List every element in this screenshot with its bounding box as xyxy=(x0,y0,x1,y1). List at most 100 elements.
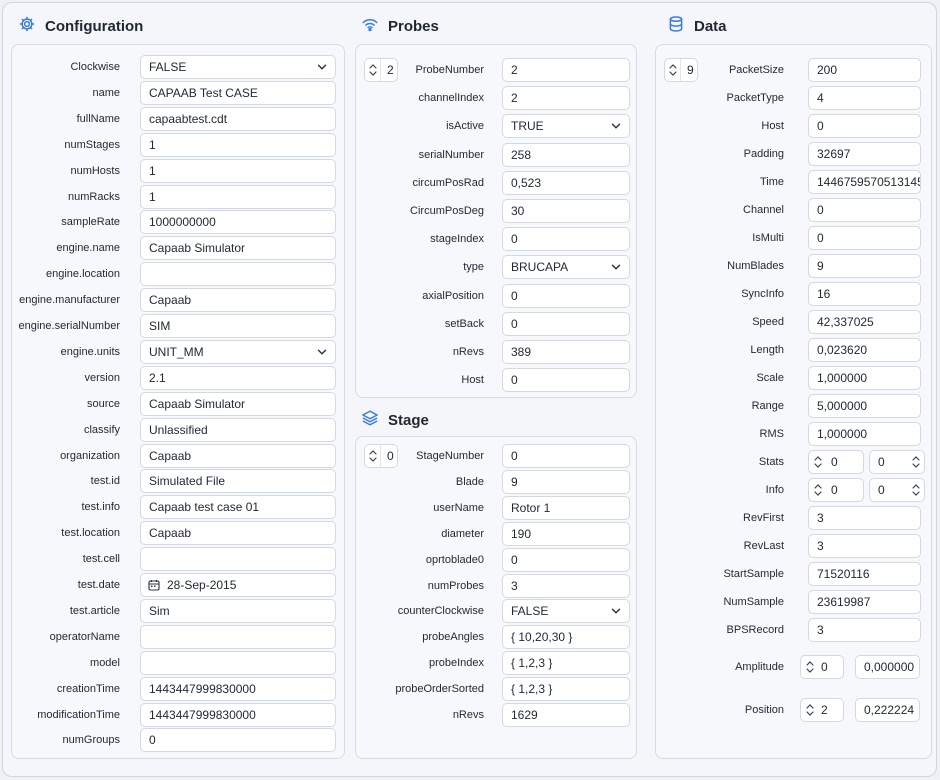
up-down-arrows-icon[interactable] xyxy=(814,483,822,497)
scale-field[interactable]: 1,000000 xyxy=(808,366,921,390)
engine-serial-number-field[interactable]: SIM xyxy=(140,314,336,338)
probes-row-serial-number: serialNumber 258 xyxy=(356,142,636,167)
axial-position-field[interactable]: 0 xyxy=(502,283,630,308)
probe-angles-field[interactable]: { 10,20,30 } xyxy=(502,625,630,650)
channel-field[interactable]: 0 xyxy=(808,198,921,222)
oprtoblade0-field[interactable]: 0 xyxy=(502,547,630,572)
engine-manufacturer-field[interactable]: Capaab xyxy=(140,288,336,313)
clockwise-select[interactable]: FALSE xyxy=(140,55,336,79)
field-label: engine.serialNumber xyxy=(18,320,121,332)
field-value: Capaab xyxy=(149,293,192,308)
version-field[interactable]: 2.1 xyxy=(140,365,336,390)
rev-last-field[interactable]: 3 xyxy=(808,534,921,558)
field-label: Padding xyxy=(743,148,784,160)
rev-first-field[interactable]: 3 xyxy=(808,506,921,530)
num-sample-field[interactable]: 23619987 xyxy=(808,590,921,614)
info-spinbox-1[interactable]: 0 xyxy=(808,478,864,502)
creation-time-field[interactable]: 1443447999830000 xyxy=(140,676,336,701)
test-cell-field[interactable] xyxy=(140,547,336,572)
field-label: diameter xyxy=(441,527,484,540)
engine-location-field[interactable] xyxy=(140,262,336,287)
engine-name-field[interactable]: Capaab Simulator xyxy=(140,236,336,261)
num-hosts-field[interactable]: 1 xyxy=(140,158,336,183)
sync-info-field[interactable]: 16 xyxy=(808,282,921,306)
start-sample-field[interactable]: 71520116 xyxy=(808,562,921,586)
name-field[interactable]: CAPAAB Test CASE xyxy=(140,80,336,105)
circum-pos-deg-field[interactable]: 30 xyxy=(502,199,630,223)
is-active-select[interactable]: TRUE xyxy=(502,114,630,139)
set-back-field[interactable]: 0 xyxy=(502,311,630,336)
test-location-field[interactable]: Capaab xyxy=(140,521,336,546)
counter-clockwise-select[interactable]: FALSE xyxy=(502,599,630,624)
calendar-icon xyxy=(148,580,160,591)
circum-pos-rad-field[interactable]: 0,523 xyxy=(502,170,630,195)
field-value: 71520116 xyxy=(817,567,870,581)
test-date-field[interactable]: 28-Sep-2015 xyxy=(140,573,336,597)
test-article-field[interactable]: Sim xyxy=(140,598,336,623)
field-value: 30 xyxy=(511,204,525,218)
stats-spinbox-2[interactable]: 0 xyxy=(869,450,925,474)
full-name-field[interactable]: capaabtest.cdt xyxy=(140,106,336,131)
sample-rate-field[interactable]: 1000000000 xyxy=(140,210,336,235)
up-down-arrows-icon[interactable] xyxy=(806,703,814,717)
source-field[interactable]: Capaab Simulator xyxy=(140,391,336,416)
amplitude-value-field[interactable]: 0,000000 xyxy=(855,655,920,679)
num-racks-field[interactable]: 1 xyxy=(140,184,336,209)
classify-field[interactable]: Unlassified xyxy=(140,417,336,442)
packet-type-field[interactable]: 4 xyxy=(808,86,921,110)
is-multi-field[interactable]: 0 xyxy=(808,226,921,250)
range-field[interactable]: 5,000000 xyxy=(808,394,921,418)
type-select[interactable]: BRUCAPA xyxy=(502,255,630,280)
n-revs-field[interactable]: 389 xyxy=(502,340,630,364)
num-groups-field[interactable]: 0 xyxy=(140,728,336,753)
stage-number-field[interactable]: 0 xyxy=(502,444,630,468)
position-index-spinbox[interactable]: 2 xyxy=(800,698,844,722)
test-id-field[interactable]: Simulated File xyxy=(140,469,336,494)
field-label: source xyxy=(86,397,120,410)
up-down-arrows-icon[interactable] xyxy=(912,454,920,470)
rms-field[interactable]: 1,000000 xyxy=(808,422,921,446)
host-field[interactable]: 0 xyxy=(502,368,630,393)
blade-field[interactable]: 9 xyxy=(502,469,630,494)
probe-number-field[interactable]: 2 xyxy=(502,58,630,82)
spinbox-value: 0 xyxy=(831,455,838,469)
up-down-arrows-icon[interactable] xyxy=(814,455,822,469)
n-revs-field[interactable]: 1629 xyxy=(502,703,630,727)
num-stages-field[interactable]: 1 xyxy=(140,132,336,157)
field-value: 0,523 xyxy=(511,175,542,190)
organization-field[interactable]: Capaab xyxy=(140,443,336,468)
stage-header: Stage xyxy=(361,408,429,432)
configuration-title: Configuration xyxy=(45,17,144,35)
field-label: Host xyxy=(461,374,484,387)
field-label: Length xyxy=(750,344,784,356)
padding-field[interactable]: 32697 xyxy=(808,142,921,166)
channel-index-field[interactable]: 2 xyxy=(502,86,630,111)
user-name-field[interactable]: Rotor 1 xyxy=(502,495,630,520)
time-field[interactable]: 1446759570513145 xyxy=(808,170,921,194)
position-value-field[interactable]: 0,222224 xyxy=(855,698,920,722)
info-spinbox-2[interactable]: 0 xyxy=(869,478,925,502)
bpsrecord-field[interactable]: 3 xyxy=(808,618,921,642)
length-field[interactable]: 0,023620 xyxy=(808,338,921,362)
amplitude-index-spinbox[interactable]: 0 xyxy=(800,655,844,679)
up-down-arrows-icon[interactable] xyxy=(806,660,814,674)
speed-field[interactable]: 42,337025 xyxy=(808,310,921,334)
probe-order-sorted-field[interactable]: { 1,2,3 } xyxy=(502,677,630,702)
engine-units-select[interactable]: UNIT_MM xyxy=(140,339,336,364)
up-down-arrows-icon[interactable] xyxy=(912,482,920,498)
diameter-field[interactable]: 190 xyxy=(502,521,630,546)
stage-index-field[interactable]: 0 xyxy=(502,227,630,252)
modification-time-field[interactable]: 1443447999830000 xyxy=(140,702,336,727)
host-field[interactable]: 0 xyxy=(808,114,921,138)
operator-name-field[interactable] xyxy=(140,624,336,649)
probe-index-field[interactable]: { 1,2,3 } xyxy=(502,651,630,676)
stats-spinbox-1[interactable]: 0 xyxy=(808,450,864,474)
serial-number-field[interactable]: 258 xyxy=(502,142,630,167)
num-blades-field[interactable]: 9 xyxy=(808,254,921,278)
num-probes-field[interactable]: 3 xyxy=(502,573,630,598)
test-info-field[interactable]: Capaab test case 01 xyxy=(140,495,336,520)
packet-size-field[interactable]: 200 xyxy=(808,58,921,82)
field-label: probeIndex xyxy=(428,657,484,670)
data-row-num-sample: NumSample 23619987 xyxy=(656,590,931,614)
model-field[interactable] xyxy=(140,650,336,675)
